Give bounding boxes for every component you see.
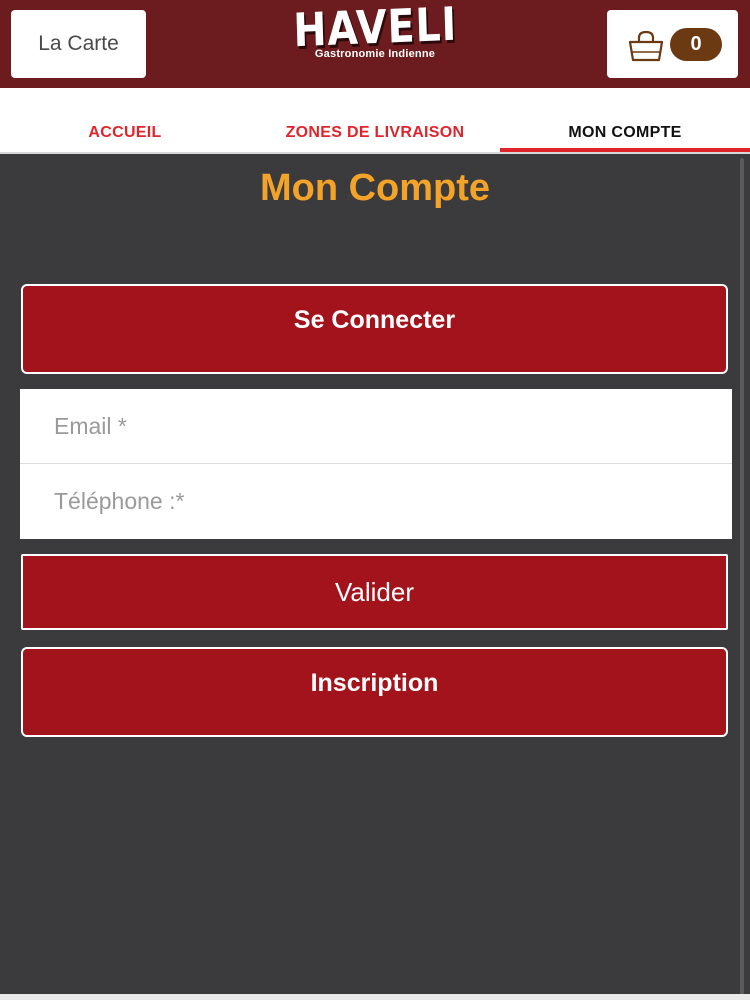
la-carte-button[interactable]: La Carte [11,10,146,78]
tab-mon-compte[interactable]: MON COMPTE [500,88,750,152]
valider-button[interactable]: Valider [21,554,728,630]
active-tab-indicator [500,148,750,152]
bottom-edge [0,994,750,1000]
tab-accueil[interactable]: ACCUEIL [0,88,250,152]
cart-count-badge: 0 [670,28,722,61]
logo-wordmark: HAVELI [292,0,458,58]
se-connecter-button[interactable]: Se Connecter [21,284,728,374]
tab-zones-de-livraison[interactable]: ZONES DE LIVRAISON [250,88,500,152]
page-scrollbar[interactable] [740,158,744,1000]
inscription-button[interactable]: Inscription [21,647,728,737]
page-title: Mon Compte [259,167,491,209]
main-nav: ACCUEIL ZONES DE LIVRAISON MON COMPTE [0,88,750,154]
phone-field[interactable] [20,464,732,539]
haveli-logo[interactable]: HAVELI Gastronomie Indienne [280,0,470,80]
email-field[interactable] [20,389,732,464]
app-header: La Carte HAVELI Gastronomie Indienne 0 [0,0,750,88]
login-form [20,389,732,539]
shopping-bag-icon [628,30,664,62]
cart-button[interactable]: 0 [607,10,738,78]
